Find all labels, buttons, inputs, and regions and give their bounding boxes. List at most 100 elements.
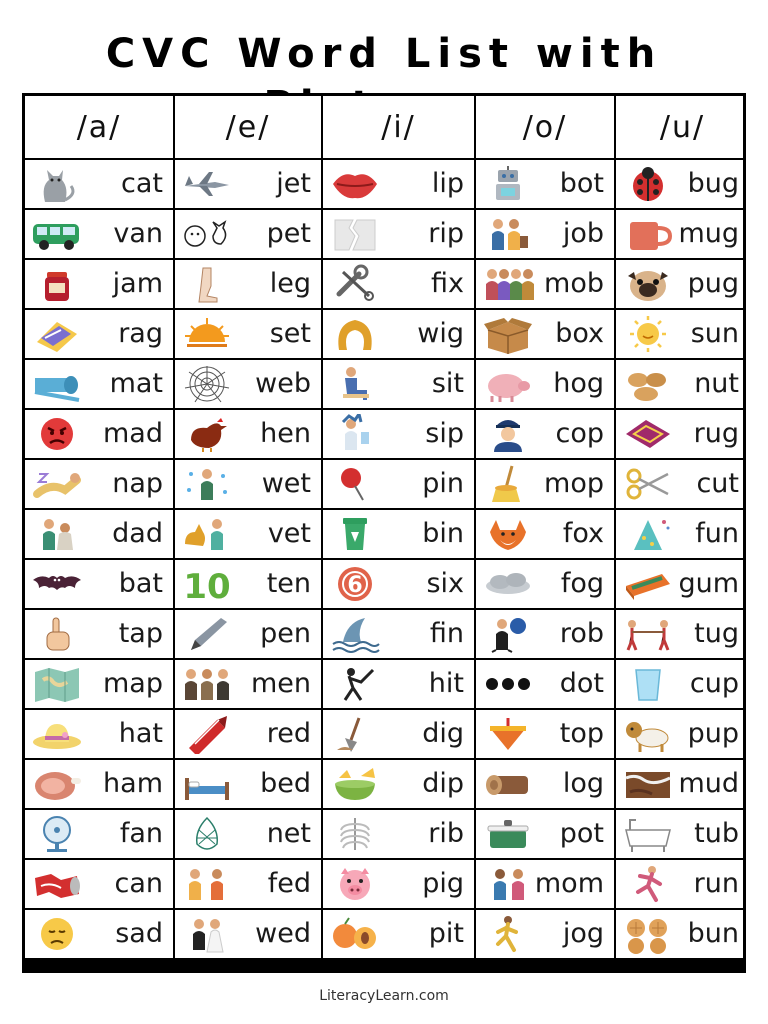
recycle-bin-icon [329,514,381,554]
word-cell: men [175,660,321,708]
push-pin-icon [329,464,381,504]
word-label: web [255,368,311,399]
word-label: fed [267,868,311,899]
spinning-top-icon [482,714,534,754]
jogger-icon [482,914,534,954]
wrench-icon [329,264,381,304]
robber-icon [482,614,534,654]
word-cell: sip [323,410,474,458]
word-label: tub [694,818,739,849]
word-label: wet [261,468,311,499]
word-cell: hit [323,660,474,708]
word-cell: cat [25,160,173,208]
word-label: ten [266,568,311,599]
word-label: sad [115,918,163,949]
word-label: fin [429,618,464,649]
footer-credit: LiteracyLearn.com [319,988,449,1004]
hog-icon [482,364,534,404]
crushed-can-icon [31,864,83,904]
word-cell: rib [323,810,474,858]
word-cell: mop [476,460,614,508]
word-cell: wed [175,910,321,958]
word-label: dip [422,768,464,799]
dad-icon [31,514,83,554]
word-label: fun [695,518,739,549]
word-cell: fed [175,860,321,908]
word-label: hen [260,418,311,449]
word-cell: pot [476,810,614,858]
word-label: pin [422,468,464,499]
rag-icon [31,314,83,354]
column-header-4: /o/ [476,96,614,158]
word-cell: job [476,210,614,258]
word-cell: bin [323,510,474,558]
buns-icon [622,914,674,954]
word-cell: dig [323,710,474,758]
word-cell: hen [175,410,321,458]
word-cell: fun [616,510,743,558]
word-label: fan [119,818,163,849]
word-cell: mat [25,360,173,408]
feeding-icon [181,864,233,904]
dots-icon [482,664,534,704]
batter-icon [329,664,381,704]
word-cell: bat [25,560,173,608]
column-header-2: /e/ [175,96,321,158]
pen-icon [181,614,233,654]
word-label: mom [534,868,604,899]
word-label: lip [431,168,464,199]
tap-finger-icon [31,614,83,654]
word-label: bug [687,168,739,199]
column-header-3: /i/ [323,96,474,158]
word-label: cat [121,168,163,199]
shovel-icon [329,714,381,754]
ribcage-icon [329,814,381,854]
word-label: fox [562,518,604,549]
crowd-icon [482,264,534,304]
word-label: pot [559,818,604,849]
word-cell: net [175,810,321,858]
word-cell: rob [476,610,614,658]
log-icon [482,764,534,804]
word-cell: mug [616,210,743,258]
leg-icon [181,264,233,304]
word-label: rip [428,218,464,249]
word-label: six [426,568,464,599]
svg-text:6: 6 [347,573,362,598]
word-label: wed [255,918,311,949]
word-cell: top [476,710,614,758]
word-cell: jam [25,260,173,308]
word-label: wig [417,318,464,349]
pet-icon [181,214,233,254]
word-cell: bot [476,160,614,208]
word-label: cop [555,418,604,449]
jet-icon [181,164,233,204]
word-cell: red [175,710,321,758]
word-cell: map [25,660,173,708]
word-cell: run [616,860,743,908]
word-cell: cut [616,460,743,508]
word-cell: tap [25,610,173,658]
word-label: red [266,718,311,749]
nap-icon [31,464,83,504]
word-cell: jog [476,910,614,958]
word-cell: 6 six [323,560,474,608]
men-icon [181,664,233,704]
mud-icon [622,764,674,804]
word-label: bot [559,168,604,199]
police-icon [482,414,534,454]
word-cell: van [25,210,173,258]
bed-icon [181,764,233,804]
word-label: sun [690,318,739,349]
word-cell: fan [25,810,173,858]
word-cell: vet [175,510,321,558]
word-cell: mom [476,860,614,908]
word-label: mat [109,368,163,399]
sun-hat-icon [31,714,83,754]
word-cell: dad [25,510,173,558]
mother-icon [482,864,534,904]
spider-web-icon [181,364,233,404]
word-label: rug [693,418,739,449]
word-label: tap [118,618,163,649]
word-label: pup [687,718,739,749]
